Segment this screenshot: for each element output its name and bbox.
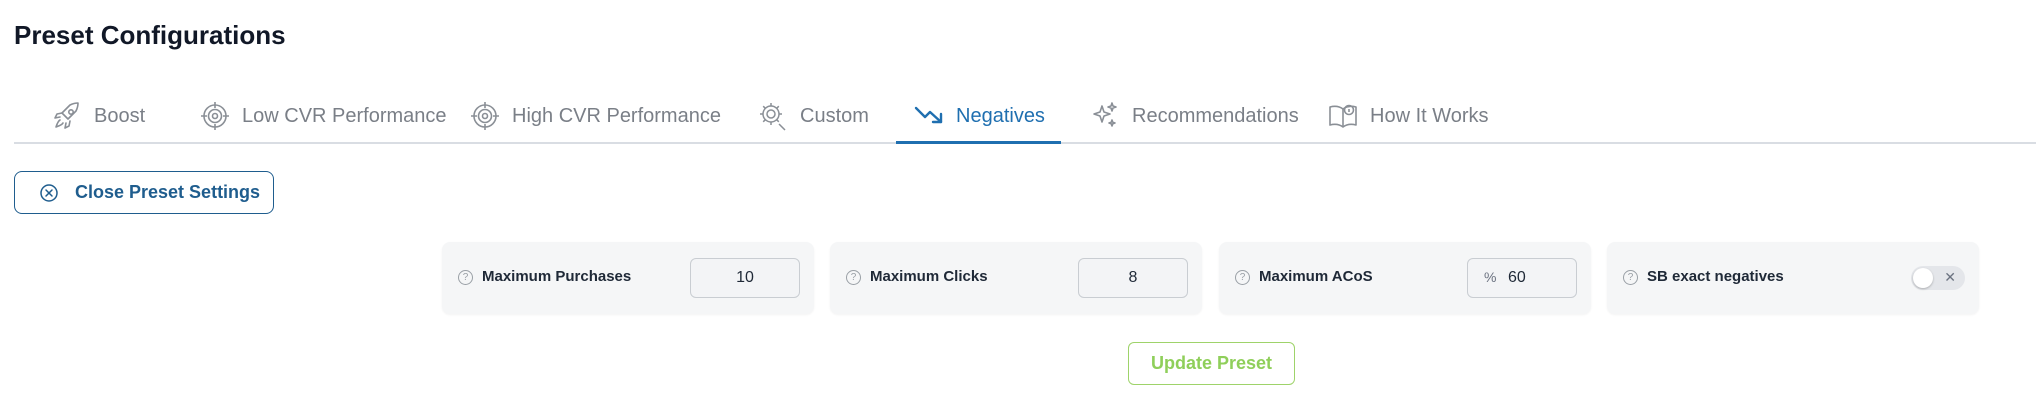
setting-card-sb-exact-negatives: ? SB exact negatives ✕ <box>1607 242 1979 314</box>
rocket-icon <box>50 99 84 133</box>
tab-low-cvr-performance[interactable]: Low CVR Performance <box>198 90 447 142</box>
close-preset-settings-button[interactable]: Close Preset Settings <box>14 171 274 214</box>
sparkles-icon <box>1088 99 1122 133</box>
update-preset-button[interactable]: Update Preset <box>1128 342 1295 385</box>
tab-label: How It Works <box>1370 104 1489 127</box>
tab-how-it-works[interactable]: How It Works <box>1326 90 1489 142</box>
tab-boost[interactable]: Boost <box>50 90 145 142</box>
help-icon[interactable]: ? <box>846 270 861 285</box>
max-purchases-value: 10 <box>736 269 754 286</box>
setting-card-max-clicks: ? Maximum Clicks 8 <box>830 242 1202 314</box>
tab-label: Boost <box>94 104 146 127</box>
sb-exact-negatives-label: SB exact negatives <box>1647 268 1784 285</box>
gear-icon <box>756 99 790 133</box>
preset-tabs: Boost Low CVR Performance High CVR Perfo… <box>14 90 2036 144</box>
tab-custom[interactable]: Custom <box>756 90 869 142</box>
tab-label: Negatives <box>956 104 1045 127</box>
tab-high-cvr-performance[interactable]: High CVR Performance <box>468 90 721 142</box>
page-title: Preset Configurations <box>14 20 286 50</box>
book-info-icon <box>1326 99 1360 133</box>
toggle-knob <box>1913 268 1933 288</box>
max-purchases-label: Maximum Purchases <box>482 268 632 285</box>
target-icon <box>198 99 232 133</box>
max-acos-label: Maximum ACoS <box>1259 268 1373 285</box>
max-acos-value: 60 <box>1508 269 1526 286</box>
setting-card-max-purchases: ? Maximum Purchases 10 <box>442 242 814 314</box>
sb-exact-negatives-toggle[interactable]: ✕ <box>1911 266 1965 290</box>
help-icon[interactable]: ? <box>1235 270 1250 285</box>
trending-down-icon <box>912 99 946 133</box>
max-clicks-input[interactable]: 8 <box>1078 258 1188 298</box>
tab-label: Low CVR Performance <box>242 104 447 127</box>
percent-prefix: % <box>1484 269 1497 285</box>
tab-recommendations[interactable]: Recommendations <box>1088 90 1299 142</box>
tab-negatives[interactable]: Negatives <box>896 90 1061 144</box>
tab-label: Recommendations <box>1132 104 1299 127</box>
setting-card-max-acos: ? Maximum ACoS % 60 <box>1219 242 1591 314</box>
max-clicks-label: Maximum Clicks <box>870 268 988 285</box>
toggle-off-icon: ✕ <box>1944 269 1956 285</box>
target-icon <box>468 99 502 133</box>
tab-label: High CVR Performance <box>512 104 721 127</box>
close-preset-settings-label: Close Preset Settings <box>75 182 261 202</box>
max-purchases-input[interactable]: 10 <box>690 258 800 298</box>
max-acos-input[interactable]: % 60 <box>1467 258 1577 298</box>
help-icon[interactable]: ? <box>458 270 473 285</box>
close-circle-icon <box>39 183 59 203</box>
tab-label: Custom <box>800 104 869 127</box>
max-clicks-value: 8 <box>1128 269 1138 286</box>
help-icon[interactable]: ? <box>1623 270 1638 285</box>
